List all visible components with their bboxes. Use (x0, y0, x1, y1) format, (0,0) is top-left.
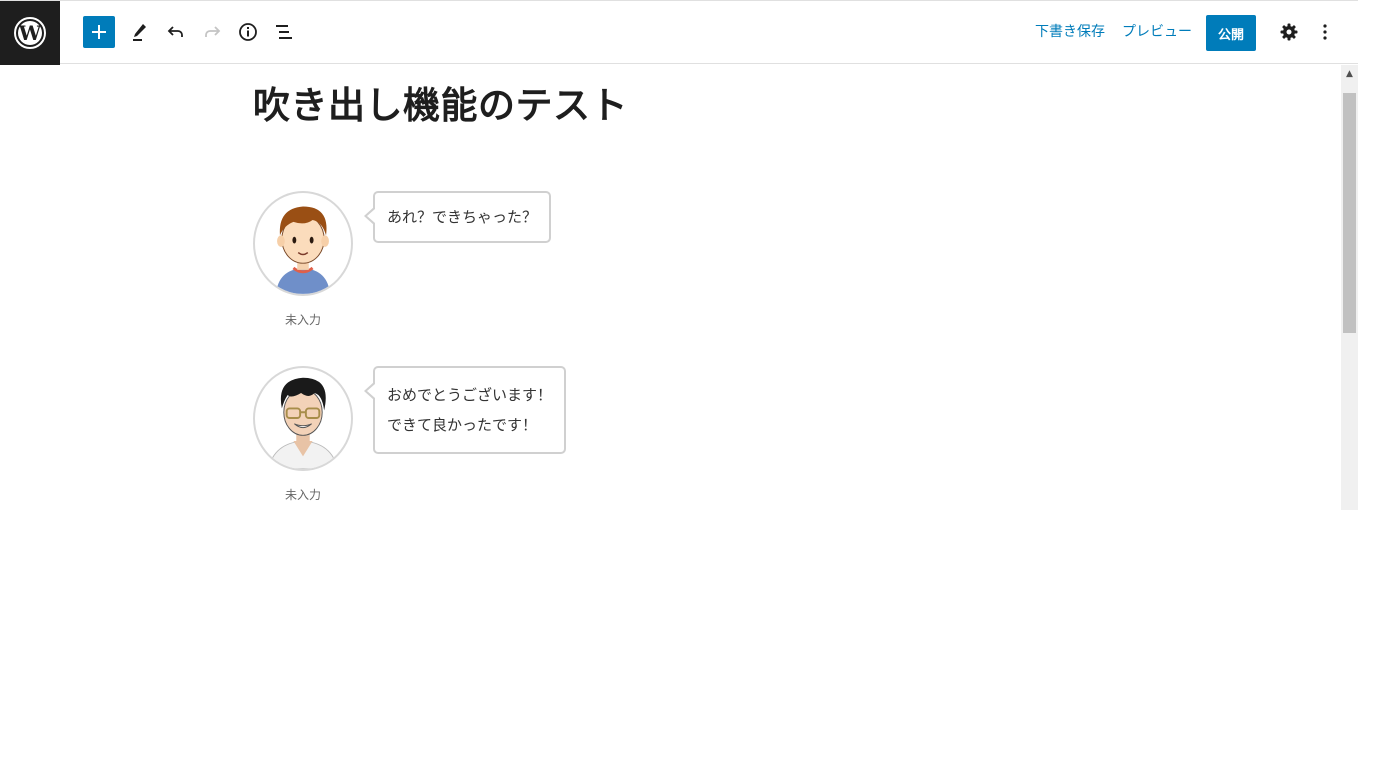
speech-balloon-block[interactable]: 未入力 おめでとうございます！ できて良かったです！ (253, 366, 653, 506)
undo-icon (167, 26, 183, 37)
bubble-text: おめでとうございます！ (387, 386, 553, 404)
speech-bubble[interactable]: あれ？できちゃった？ (363, 191, 552, 243)
speaker-name: 未入力 (284, 313, 321, 327)
more-vertical-icon (1323, 24, 1327, 40)
publish-button[interactable]: 公開 (1206, 15, 1256, 51)
bubble-text: あれ？できちゃった？ (387, 208, 538, 226)
plus-icon (92, 25, 106, 39)
post-title[interactable]: 吹き出し機能のテスト (253, 75, 628, 129)
redo-icon (205, 26, 221, 37)
pencil-icon (133, 24, 146, 41)
settings-button[interactable] (1273, 16, 1305, 48)
bubble-text: できて良かったです！ (387, 416, 538, 434)
info-icon (239, 23, 257, 41)
speaker-name: 未入力 (284, 488, 321, 502)
preview-button[interactable]: プレビュー (1122, 21, 1192, 41)
editor-canvas: 吹き出し機能のテスト 未入力 あれ？できちゃった？ 未入力 おめでとうございます… (0, 65, 1340, 510)
add-block-button[interactable] (83, 16, 115, 48)
list-view-button[interactable] (268, 16, 300, 48)
redo-button[interactable] (196, 16, 228, 48)
wordpress-logo-icon[interactable]: W (0, 1, 60, 65)
editor-toolbar: W 下書き保存 プレビュー 公開 (0, 0, 1358, 65)
svg-text:W: W (18, 21, 42, 45)
save-draft-button[interactable]: 下書き保存 (1035, 21, 1105, 41)
speech-bubble[interactable]: おめでとうございます！ できて良かったです！ (363, 366, 567, 454)
speaker-avatar (253, 191, 353, 296)
details-button[interactable] (232, 16, 264, 48)
tools-button[interactable] (124, 16, 156, 48)
editor-scrollbar[interactable]: ▲ (1341, 65, 1358, 510)
scroll-up-arrow-icon[interactable]: ▲ (1341, 65, 1358, 82)
list-view-icon (276, 25, 292, 39)
block-editor: W 下書き保存 プレビュー 公開 吹き出し機能のテスト 未入力 あれ？できちゃっ… (0, 0, 1380, 777)
speech-balloon-block[interactable]: 未入力 あれ？できちゃった？ (253, 191, 653, 331)
gear-icon (1280, 23, 1298, 41)
scroll-thumb[interactable] (1343, 93, 1356, 333)
options-button[interactable] (1309, 16, 1341, 48)
undo-button[interactable] (160, 16, 192, 48)
speaker-avatar (253, 366, 353, 471)
